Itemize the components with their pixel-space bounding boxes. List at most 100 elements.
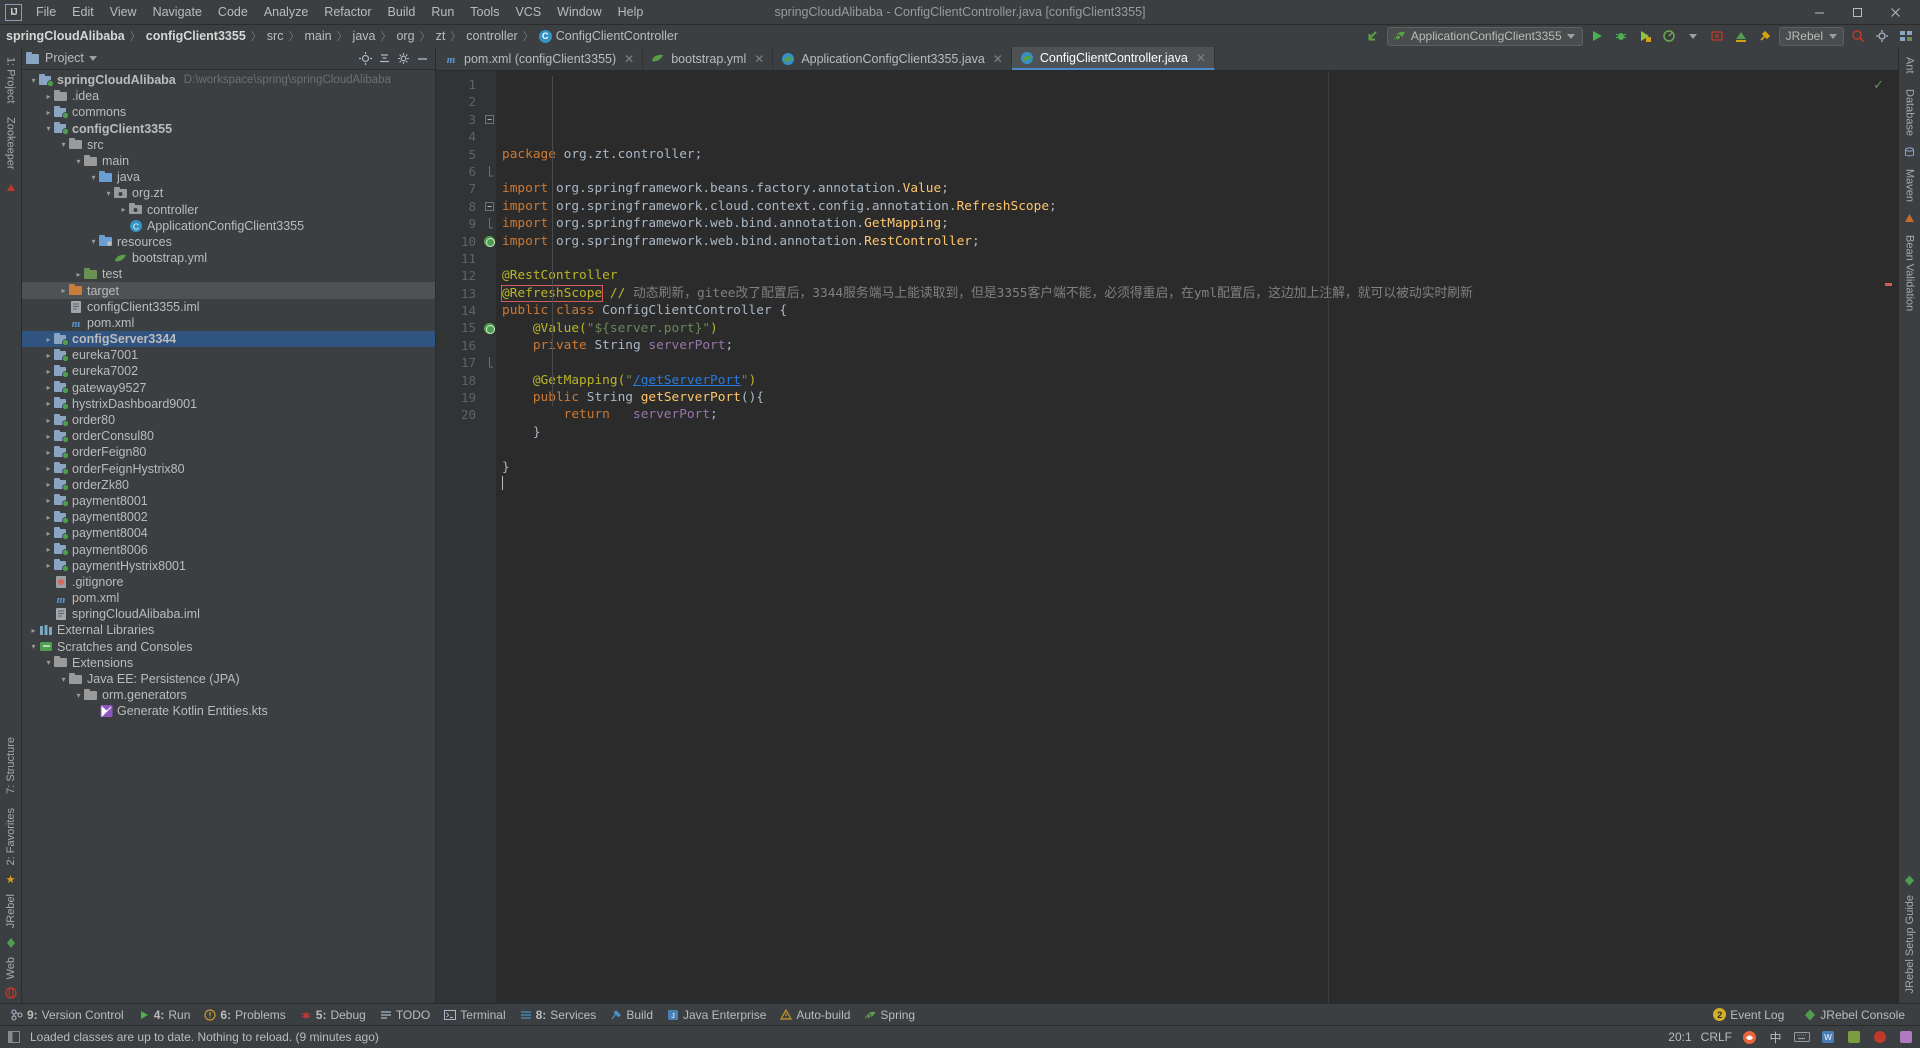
editor-tab-applicationconfigclient3355-java[interactable]: ApplicationConfigClient3355.java ✕ <box>773 47 1012 70</box>
rail-item-favorites[interactable]: 2: Favorites <box>5 802 17 871</box>
tray-icon-1[interactable]: W <box>1819 1029 1836 1046</box>
attach-debugger-icon[interactable] <box>1707 26 1727 46</box>
chevron-down-icon[interactable] <box>1683 26 1703 46</box>
editor-tab-bootstrap-yml[interactable]: bootstrap.yml ✕ <box>643 47 774 70</box>
chevron-right-icon[interactable]: ▸ <box>43 383 54 392</box>
chevron-right-icon[interactable]: ▸ <box>43 335 54 344</box>
rail-item-ant[interactable]: Ant <box>1904 51 1916 80</box>
chevron-right-icon[interactable]: ▸ <box>43 545 54 554</box>
tree-node-java-ee-persistence-jpa-[interactable]: ▾ Java EE: Persistence (JPA) <box>22 671 435 687</box>
tray-icon-4[interactable] <box>1897 1029 1914 1046</box>
minimize-button[interactable] <box>1800 0 1838 24</box>
tree-node-test[interactable]: ▸ test <box>22 266 435 282</box>
gutter-icons[interactable] <box>482 71 496 1003</box>
tree-node-commons[interactable]: ▸ commons <box>22 104 435 120</box>
project-panel-title[interactable]: Project <box>26 51 97 65</box>
tree-node-configserver3344[interactable]: ▸ configServer3344 <box>22 331 435 348</box>
menu-item-vcs[interactable]: VCS <box>507 2 549 22</box>
status-bar-toggle-icon[interactable] <box>8 1031 20 1043</box>
code-line[interactable]: @GetMapping("/getServerPort") <box>502 372 1898 389</box>
code-line[interactable]: import org.springframework.web.bind.anno… <box>502 233 1898 250</box>
spring-bean-gutter-icon[interactable] <box>482 319 496 336</box>
rail-item-project[interactable]: 1: Project <box>5 51 17 109</box>
chevron-down-icon[interactable]: ▾ <box>88 173 99 182</box>
menu-item-tools[interactable]: Tools <box>462 2 507 22</box>
tree-node-payment8006[interactable]: ▸ payment8006 <box>22 541 435 557</box>
project-structure-icon[interactable] <box>1896 26 1916 46</box>
menu-item-build[interactable]: Build <box>380 2 424 22</box>
tree-node--gitignore[interactable]: .gitignore <box>22 574 435 590</box>
close-icon[interactable]: ✕ <box>1196 51 1206 65</box>
tree-node--idea[interactable]: ▸ .idea <box>22 88 435 104</box>
hammer-icon[interactable] <box>1755 26 1775 46</box>
tree-node-target[interactable]: ▸ target <box>22 282 435 299</box>
tree-node-configclient3355-iml[interactable]: configClient3355.iml <box>22 299 435 315</box>
tree-node-src[interactable]: ▾ src <box>22 137 435 153</box>
run-configuration-selector[interactable]: ApplicationConfigClient3355 <box>1386 26 1583 46</box>
tree-node-payment8002[interactable]: ▸ payment8002 <box>22 509 435 525</box>
menu-item-window[interactable]: Window <box>549 2 609 22</box>
code-line[interactable] <box>502 354 1898 371</box>
menu-item-file[interactable]: File <box>28 2 64 22</box>
breadcrumb-item-main[interactable]: main <box>304 29 331 43</box>
chevron-right-icon[interactable]: ▸ <box>43 448 54 457</box>
menu-item-navigate[interactable]: Navigate <box>145 2 210 22</box>
menu-item-analyze[interactable]: Analyze <box>256 2 316 22</box>
code-line[interactable]: public String getServerPort(){ <box>502 389 1898 406</box>
rail-item-database[interactable]: Database <box>1904 83 1916 142</box>
tree-node-payment8001[interactable]: ▸ payment8001 <box>22 493 435 509</box>
code-line[interactable]: import org.springframework.beans.factory… <box>502 180 1898 197</box>
rail-item-maven[interactable]: Maven <box>1904 163 1916 208</box>
code-line[interactable] <box>502 476 1898 493</box>
rail-item-zookeeper[interactable]: Zookeeper <box>5 111 17 176</box>
tool-window-services[interactable]: 8: Services <box>513 1006 604 1024</box>
close-icon[interactable]: ✕ <box>624 52 634 66</box>
chevron-right-icon[interactable]: ▸ <box>43 432 54 441</box>
tree-node-org-zt[interactable]: ▾ org.zt <box>22 185 435 201</box>
tree-node-main[interactable]: ▾ main <box>22 153 435 169</box>
close-icon[interactable]: ✕ <box>754 52 764 66</box>
breadcrumb-item-springcloudalibaba[interactable]: springCloudAlibaba <box>6 29 125 43</box>
tree-node-extensions[interactable]: ▾ Extensions <box>22 655 435 671</box>
close-button[interactable] <box>1876 0 1914 24</box>
code-line[interactable]: } <box>502 424 1898 441</box>
tree-node-orderzk80[interactable]: ▸ orderZk80 <box>22 477 435 493</box>
menu-item-help[interactable]: Help <box>610 2 652 22</box>
chevron-down-icon[interactable]: ▾ <box>58 140 69 149</box>
code-line[interactable]: @RefreshScope // 动态刷新，gitee改了配置后，3344服务端… <box>500 284 1898 302</box>
code-line[interactable]: public class ConfigClientController { <box>502 302 1898 319</box>
tool-window-java-enterprise[interactable]: J Java Enterprise <box>660 1006 773 1024</box>
breadcrumb-item-controller[interactable]: controller <box>466 29 517 43</box>
chevron-down-icon[interactable] <box>1566 33 1575 39</box>
code-line[interactable]: package org.zt.controller; <box>502 146 1898 163</box>
tree-node-orderfeignhystrix80[interactable]: ▸ orderFeignHystrix80 <box>22 461 435 477</box>
tree-node-hystrixdashboard9001[interactable]: ▸ hystrixDashboard9001 <box>22 396 435 412</box>
chevron-right-icon[interactable]: ▸ <box>58 286 69 295</box>
editor-tab-pom-xml-configclient3355-[interactable]: m pom.xml (configClient3355) ✕ <box>436 47 644 70</box>
tree-node-orderfeign80[interactable]: ▸ orderFeign80 <box>22 444 435 460</box>
back-arrow-icon[interactable] <box>1363 26 1383 46</box>
tree-node-pom-xml[interactable]: m pom.xml <box>22 590 435 606</box>
editor-tab-configclientcontroller-java[interactable]: ConfigClientController.java ✕ <box>1011 47 1215 70</box>
menu-item-view[interactable]: View <box>102 2 145 22</box>
tree-node-orm-generators[interactable]: ▾ orm.generators <box>22 687 435 703</box>
maximize-button[interactable] <box>1838 0 1876 24</box>
tree-node-gateway9527[interactable]: ▸ gateway9527 <box>22 380 435 396</box>
rail-item-jrebel-setup-guide[interactable]: JRebel Setup Guide <box>1904 889 1916 999</box>
chevron-down-icon[interactable]: ▾ <box>103 189 114 198</box>
rail-item-web[interactable]: Web <box>5 951 17 985</box>
tool-window-build[interactable]: Build <box>603 1006 660 1024</box>
chevron-down-icon[interactable] <box>1829 33 1837 39</box>
code-line[interactable]: @Value("${server.port}") <box>502 320 1898 337</box>
spring-bean-gutter-icon[interactable] <box>482 233 496 250</box>
hide-panel-icon[interactable] <box>414 50 431 67</box>
tree-node-resources[interactable]: ▾ resources <box>22 234 435 250</box>
locate-file-icon[interactable] <box>357 50 374 67</box>
chevron-right-icon[interactable]: ▸ <box>43 513 54 522</box>
breadcrumb-item-org[interactable]: org <box>396 29 414 43</box>
ime-language-icon[interactable]: 中 <box>1767 1029 1784 1046</box>
tool-window-todo[interactable]: TODO <box>373 1006 437 1024</box>
chevron-right-icon[interactable]: ▸ <box>73 270 84 279</box>
tree-node-order80[interactable]: ▸ order80 <box>22 412 435 428</box>
menu-item-refactor[interactable]: Refactor <box>316 2 379 22</box>
